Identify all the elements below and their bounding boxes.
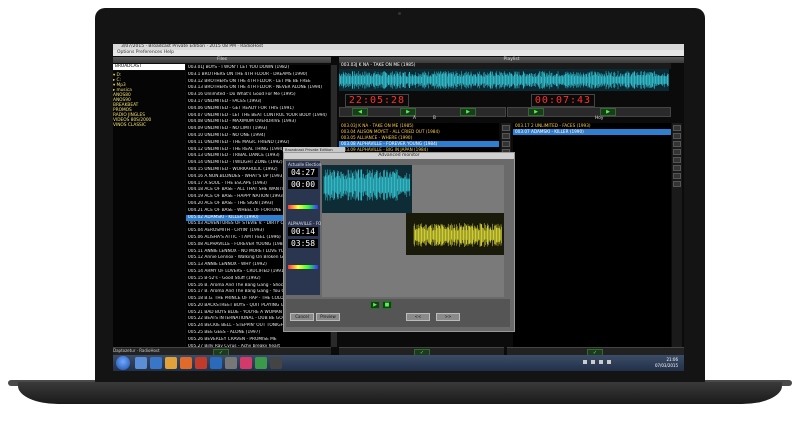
app-icon[interactable] <box>225 357 237 369</box>
media-icon[interactable] <box>240 357 252 369</box>
color-strip <box>288 265 318 269</box>
files-header: Files <box>113 57 331 63</box>
radio-app-icon[interactable] <box>255 357 267 369</box>
dialog-bottom-bar: ▶ ■ Cancel Preview << >> <box>286 299 510 327</box>
tool-button[interactable] <box>502 133 510 139</box>
taskbar: 21:06 07/03/2015 <box>113 355 684 371</box>
tool-button[interactable] <box>673 157 681 163</box>
tool-button[interactable] <box>673 125 681 131</box>
right-deck-time: 00:07:43 <box>531 94 595 107</box>
volume-icon[interactable] <box>599 360 603 364</box>
webcam <box>398 12 401 15</box>
dialog-stop-button[interactable]: ■ <box>382 301 392 309</box>
file-list-row[interactable]: 005.26 BEVERLEY CRAVEN - PROMISE ME <box>186 337 330 344</box>
tray-icon[interactable] <box>583 360 587 364</box>
clock[interactable]: 21:06 07/03/2015 <box>655 357 678 369</box>
status-label: Daptozetur · RadioHost <box>113 348 160 353</box>
file-list-row[interactable]: 004.07 UNLIMITED - LET THE BEAT CONTROL … <box>186 113 330 120</box>
mid-label: ALPHAVILLE - FO <box>288 221 322 226</box>
file-list-row[interactable]: 003.17 UNLIMITED - FACES (1993) <box>186 99 330 106</box>
start-button-icon[interactable] <box>116 356 130 370</box>
right-deck-controls: ▶ ▶ <box>507 107 671 117</box>
folder-tree-item[interactable]: VINOS CLASSIC <box>113 123 146 128</box>
tool-button[interactable] <box>673 181 681 187</box>
file-list-row[interactable]: 003.16 Unlimited - Do What's Good For Me… <box>186 92 330 99</box>
app-icon[interactable] <box>270 357 282 369</box>
cancel-button[interactable]: Cancel <box>290 313 314 321</box>
file-list-row[interactable]: 003.13 BROTHERS ON THE 4TH FLOOR - NEVER… <box>186 85 330 92</box>
file-list-row[interactable]: 004.11 UNLIMITED - THE MAGIC FRIEND (199… <box>186 140 330 147</box>
left-deck-time: 22:05:28 <box>345 94 409 107</box>
file-list-row[interactable]: 003.01J BOYS - I WON'T LET YOU DOWN (198… <box>186 65 330 72</box>
time-2: 00:00 <box>288 180 318 189</box>
tag-a: A <box>413 116 416 121</box>
right-next-button[interactable]: ▶ <box>600 108 616 116</box>
time-3: 00:14 <box>288 227 318 236</box>
right-list-header: Hoy <box>595 116 604 121</box>
source-dropdown[interactable]: BROADCAST <box>113 64 185 70</box>
tool-button[interactable] <box>673 173 681 179</box>
dialog-title: Advanced monitor <box>284 153 514 159</box>
firefox-icon[interactable] <box>180 357 192 369</box>
file-list-row[interactable]: 004.08 UNLIMITED - MAXIMUM OVERDRIVE (19… <box>186 119 330 126</box>
right-playlist-tools <box>672 123 682 347</box>
network-icon[interactable] <box>607 360 611 364</box>
clock-date: 07/03/2015 <box>654 363 678 368</box>
filezilla-icon[interactable] <box>195 357 207 369</box>
ie-icon[interactable] <box>150 357 162 369</box>
file-list-row[interactable]: 003.1 BROTHERS ON THE 4TH FLOOR - DREAMS… <box>186 72 330 79</box>
rewind-button[interactable]: << <box>406 313 430 321</box>
monitor-side-panel: Actualle Election 04:27 00:00 ALPHAVILLE… <box>286 161 322 295</box>
playlist-row[interactable]: 003.07 ADAMSKI - KILLER (1990) <box>513 129 671 135</box>
tag-b: B <box>433 116 436 121</box>
file-list-row[interactable]: 004.06 UNLIMITED - GET READY FOR THIS (1… <box>186 106 330 113</box>
menu-bar[interactable]: Options Preferences Help <box>113 50 684 56</box>
tool-button[interactable] <box>673 133 681 139</box>
tool-button[interactable] <box>673 141 681 147</box>
tool-button[interactable] <box>502 125 510 131</box>
top-label: Actualle Election <box>288 162 322 167</box>
laptop-base <box>18 382 782 404</box>
folder-tree[interactable]: ▾ D: ▸ C: ▾ Mp3 ▸ musica ANOS80 ANOS90 BR… <box>113 71 185 347</box>
color-strip <box>288 205 318 209</box>
left-play-button[interactable]: ▶ <box>400 108 416 116</box>
tool-button[interactable] <box>673 149 681 155</box>
time-1: 04:27 <box>288 168 318 177</box>
monitor-waveform-area <box>322 165 504 297</box>
top-waveform-trace <box>338 71 669 89</box>
right-playlist[interactable]: 003.17 2 UNLIMITED - FACES (1993) 003.07 … <box>513 123 671 347</box>
folder-icon[interactable] <box>165 357 177 369</box>
file-list-row[interactable]: 004.09 UNLIMITED - NO LIMIT (1993) <box>186 126 330 133</box>
top-waveform <box>338 69 669 91</box>
dialog-play-button[interactable]: ▶ <box>370 301 380 309</box>
left-next-button[interactable]: ▶ <box>460 108 476 116</box>
screen: 3/07/2015 · Broadcast Private Edition · … <box>113 44 684 371</box>
time-4: 03:58 <box>288 239 318 248</box>
word-icon[interactable] <box>210 357 222 369</box>
file-list-row[interactable]: 004.10 UNLIMITED - NO ONE (1994) <box>186 133 330 140</box>
tray-icon[interactable] <box>591 360 595 364</box>
forward-button[interactable]: >> <box>436 313 460 321</box>
tool-button[interactable] <box>673 165 681 171</box>
source-dropdown-value: BROADCAST <box>115 64 142 69</box>
right-play-button[interactable]: ▶ <box>528 108 544 116</box>
tool-button[interactable] <box>502 141 510 147</box>
explorer-icon[interactable] <box>135 357 147 369</box>
file-list-row[interactable]: 003.12 BROTHERS ON THE 4TH FLOOR - LET M… <box>186 79 330 86</box>
top-waveform-svg <box>338 71 669 89</box>
advanced-monitor-dialog: Advanced monitor Actualle Election 04:27… <box>283 152 515 332</box>
preview-button[interactable]: Preview <box>316 313 340 321</box>
left-prev-button[interactable]: ◀ <box>352 108 368 116</box>
monitor-waveform-svg <box>322 165 504 255</box>
